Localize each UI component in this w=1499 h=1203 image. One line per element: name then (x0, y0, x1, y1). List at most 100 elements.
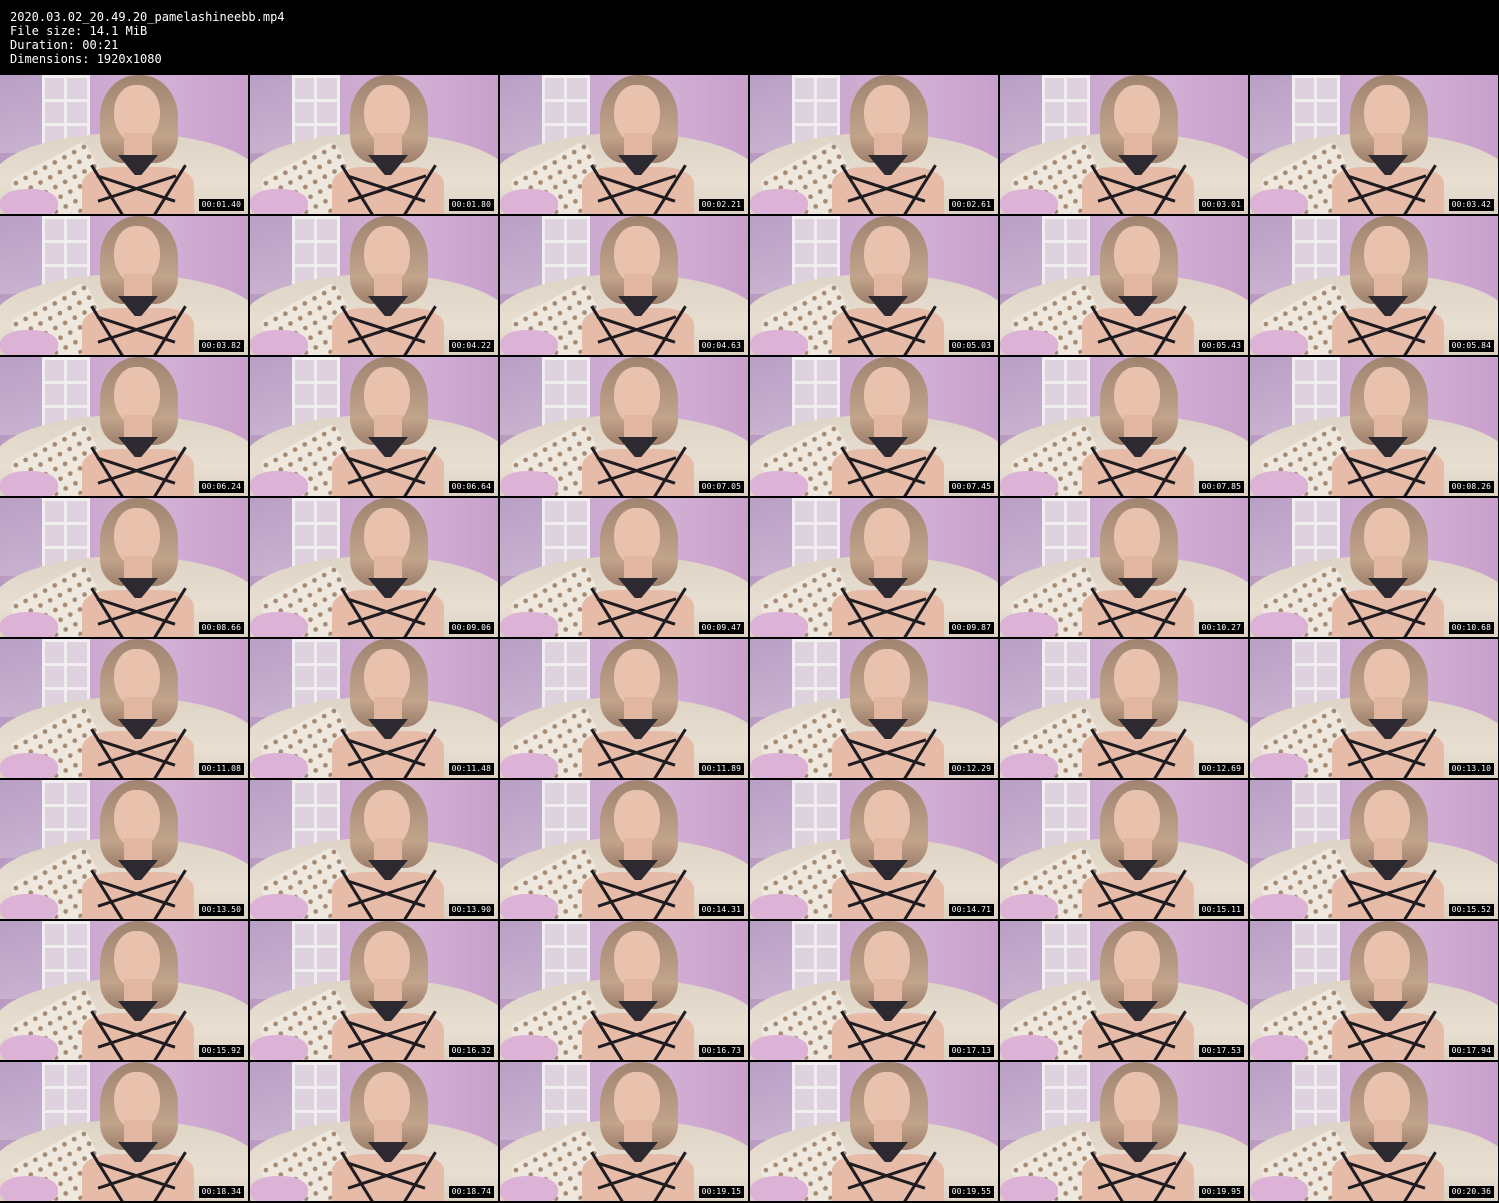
window (500, 639, 542, 717)
video-thumbnail[interactable]: 00:13.50 (0, 780, 248, 919)
timestamp-label: 00:04.63 (698, 340, 744, 352)
video-thumbnail[interactable]: 00:10.68 (1250, 498, 1498, 637)
video-thumbnail[interactable]: 00:15.92 (0, 921, 248, 1060)
pink-pillow (250, 1176, 308, 1201)
video-thumbnail[interactable]: 00:05.43 (1000, 216, 1248, 355)
timestamp-label: 00:19.55 (948, 1186, 994, 1198)
timestamp-label: 00:09.06 (448, 622, 494, 634)
video-thumbnail[interactable]: 00:07.45 (750, 357, 998, 496)
window (0, 75, 42, 153)
video-thumbnail[interactable]: 00:12.29 (750, 639, 998, 778)
timestamp-label: 00:15.11 (1198, 904, 1244, 916)
video-thumbnail[interactable]: 00:08.66 (0, 498, 248, 637)
video-thumbnail[interactable]: 00:02.21 (500, 75, 748, 214)
video-thumbnail[interactable]: 00:17.53 (1000, 921, 1248, 1060)
pink-pillow (1000, 1035, 1058, 1060)
pink-pillow (1250, 1035, 1308, 1060)
video-thumbnail[interactable]: 00:19.95 (1000, 1062, 1248, 1201)
window (750, 780, 792, 858)
video-thumbnail[interactable]: 00:06.24 (0, 357, 248, 496)
pink-pillow (1250, 894, 1308, 919)
timestamp-label: 00:03.01 (1198, 199, 1244, 211)
video-thumbnail[interactable]: 00:02.61 (750, 75, 998, 214)
pink-pillow (0, 753, 58, 778)
pink-pillow (0, 330, 58, 355)
video-thumbnail[interactable]: 00:13.10 (1250, 639, 1498, 778)
video-thumbnail[interactable]: 00:03.82 (0, 216, 248, 355)
window (500, 498, 542, 576)
video-thumbnail[interactable]: 00:19.15 (500, 1062, 748, 1201)
pink-pillow (500, 612, 558, 637)
window (750, 216, 792, 294)
timestamp-label: 00:06.24 (198, 481, 244, 493)
video-thumbnail[interactable]: 00:11.48 (250, 639, 498, 778)
video-thumbnail[interactable]: 00:07.05 (500, 357, 748, 496)
video-thumbnail[interactable]: 00:04.22 (250, 216, 498, 355)
video-thumbnail[interactable]: 00:11.08 (0, 639, 248, 778)
timestamp-label: 00:16.73 (698, 1045, 744, 1057)
window (750, 357, 792, 435)
video-thumbnail[interactable]: 00:13.90 (250, 780, 498, 919)
video-thumbnail[interactable]: 00:15.11 (1000, 780, 1248, 919)
window (1250, 216, 1292, 294)
video-thumbnail[interactable]: 00:10.27 (1000, 498, 1248, 637)
pink-pillow (1250, 330, 1308, 355)
window (750, 1062, 792, 1140)
video-thumbnail[interactable]: 00:05.03 (750, 216, 998, 355)
timestamp-label: 00:18.34 (198, 1186, 244, 1198)
video-thumbnail[interactable]: 00:11.89 (500, 639, 748, 778)
video-thumbnail[interactable]: 00:08.26 (1250, 357, 1498, 496)
video-thumbnail[interactable]: 00:16.73 (500, 921, 748, 1060)
video-thumbnail[interactable]: 00:14.31 (500, 780, 748, 919)
window (0, 639, 42, 717)
video-thumbnail[interactable]: 00:06.64 (250, 357, 498, 496)
video-thumbnail[interactable]: 00:20.36 (1250, 1062, 1498, 1201)
video-thumbnail[interactable]: 00:03.01 (1000, 75, 1248, 214)
video-thumbnail[interactable]: 00:09.47 (500, 498, 748, 637)
window (0, 921, 42, 999)
pink-pillow (750, 189, 808, 214)
video-thumbnail[interactable]: 00:09.87 (750, 498, 998, 637)
timestamp-label: 00:16.32 (448, 1045, 494, 1057)
timestamp-label: 00:11.48 (448, 763, 494, 775)
pink-pillow (500, 894, 558, 919)
timestamp-label: 00:09.47 (698, 622, 744, 634)
window (750, 498, 792, 576)
pink-pillow (750, 894, 808, 919)
video-thumbnail[interactable]: 00:15.52 (1250, 780, 1498, 919)
timestamp-label: 00:10.27 (1198, 622, 1244, 634)
video-thumbnail[interactable]: 00:16.32 (250, 921, 498, 1060)
timestamp-label: 00:17.13 (948, 1045, 994, 1057)
video-thumbnail[interactable]: 00:01.80 (250, 75, 498, 214)
window (250, 921, 292, 999)
video-thumbnail[interactable]: 00:19.55 (750, 1062, 998, 1201)
timestamp-label: 00:13.50 (198, 904, 244, 916)
video-thumbnail[interactable]: 00:12.69 (1000, 639, 1248, 778)
pink-pillow (1000, 189, 1058, 214)
pink-pillow (500, 1176, 558, 1201)
video-thumbnail[interactable]: 00:07.85 (1000, 357, 1248, 496)
video-thumbnail[interactable]: 00:18.34 (0, 1062, 248, 1201)
timestamp-label: 00:14.31 (698, 904, 744, 916)
pink-pillow (250, 1035, 308, 1060)
timestamp-label: 00:02.21 (698, 199, 744, 211)
filename-text: 2020.03.02_20.49.20_pamelashineebb.mp4 (10, 10, 285, 24)
video-thumbnail[interactable]: 00:09.06 (250, 498, 498, 637)
window (250, 1062, 292, 1140)
video-thumbnail[interactable]: 00:17.94 (1250, 921, 1498, 1060)
video-thumbnail[interactable]: 00:04.63 (500, 216, 748, 355)
video-thumbnail[interactable]: 00:03.42 (1250, 75, 1498, 214)
video-thumbnail[interactable]: 00:14.71 (750, 780, 998, 919)
video-thumbnail[interactable]: 00:17.13 (750, 921, 998, 1060)
video-thumbnail[interactable]: 00:18.74 (250, 1062, 498, 1201)
window (250, 639, 292, 717)
video-thumbnail[interactable]: 00:01.40 (0, 75, 248, 214)
window (500, 1062, 542, 1140)
timestamp-label: 00:15.92 (198, 1045, 244, 1057)
timestamp-label: 00:18.74 (448, 1186, 494, 1198)
video-thumbnail[interactable]: 00:05.84 (1250, 216, 1498, 355)
window (0, 780, 42, 858)
window (250, 498, 292, 576)
timestamp-label: 00:07.45 (948, 481, 994, 493)
window (250, 780, 292, 858)
